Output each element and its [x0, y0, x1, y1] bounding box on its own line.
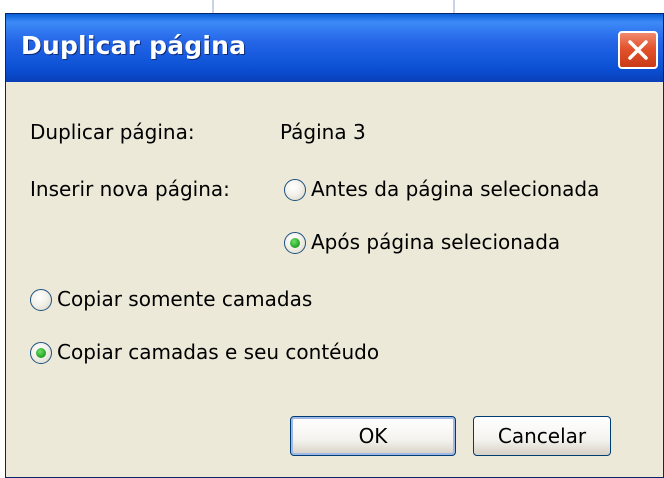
- close-icon: [628, 40, 648, 60]
- radio-button[interactable]: [30, 289, 52, 311]
- dialog-body: Duplicar página: Página 3 Inserir nova p…: [6, 82, 663, 477]
- radio-selected-dot: [290, 238, 300, 248]
- radio-button[interactable]: [284, 179, 306, 201]
- radio-label-insert-after: Após página selecionada: [311, 230, 561, 254]
- radio-button[interactable]: [284, 232, 306, 254]
- dialog-title: Duplicar página: [21, 31, 247, 60]
- title-bar[interactable]: Duplicar página: [6, 14, 663, 82]
- radio-button[interactable]: [30, 342, 52, 364]
- duplicate-page-label: Duplicar página:: [30, 120, 195, 144]
- radio-label-insert-before: Antes da página selecionada: [311, 177, 600, 201]
- cancel-button[interactable]: Cancelar: [473, 416, 611, 456]
- ok-button[interactable]: OK: [290, 416, 456, 456]
- duplicate-page-dialog: Duplicar página Duplicar página: Página …: [5, 13, 664, 478]
- duplicate-page-value: Página 3: [280, 120, 366, 144]
- radio-label-copy-layers-content: Copiar camadas e seu contéudo: [57, 340, 380, 364]
- radio-selected-dot: [36, 348, 46, 358]
- radio-label-copy-layers-only: Copiar somente camadas: [57, 287, 313, 311]
- insert-page-label: Inserir nova página:: [30, 177, 230, 201]
- close-button[interactable]: [618, 31, 658, 69]
